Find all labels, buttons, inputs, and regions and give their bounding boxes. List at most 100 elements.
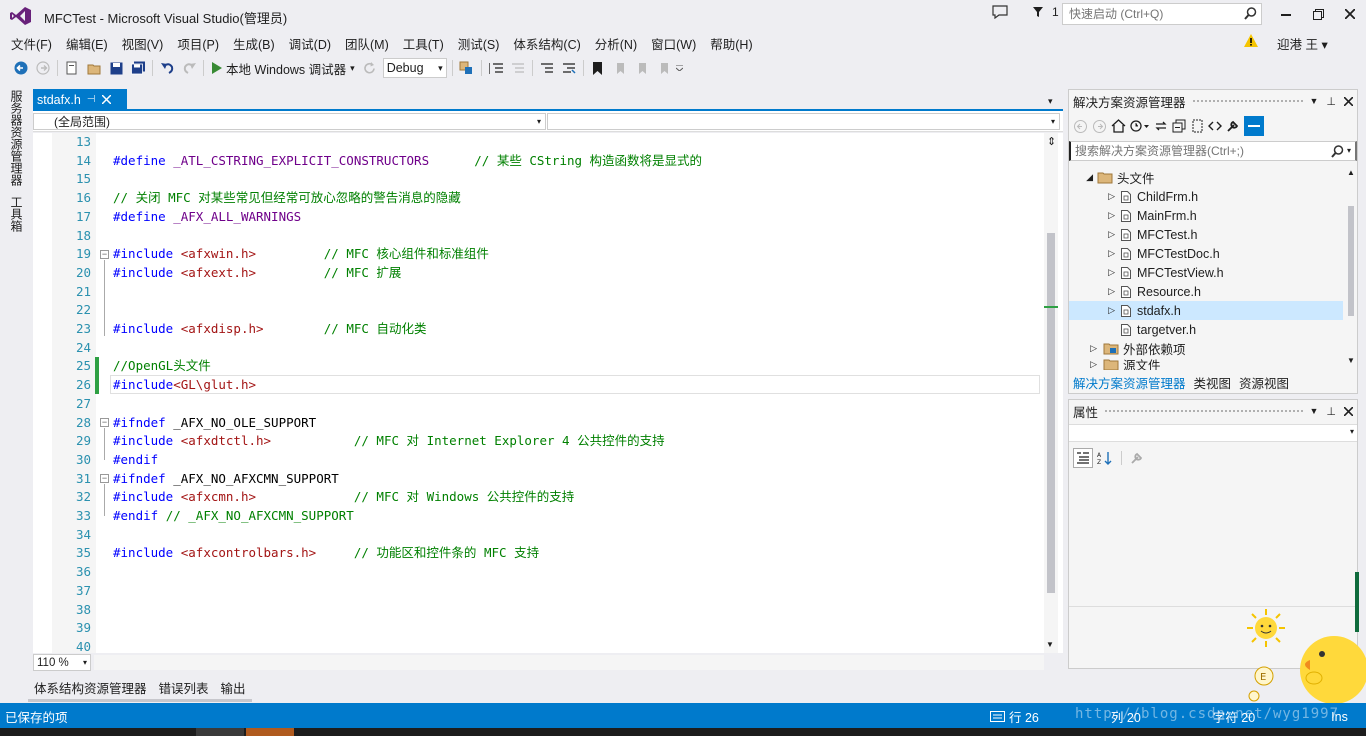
tree-file[interactable]: ▷ MFCTestView.h	[1069, 263, 1343, 282]
collapsed-arrow-icon[interactable]: ▷	[1069, 343, 1103, 354]
split-editor-icon[interactable]: ⇕	[1047, 135, 1056, 148]
code-line[interactable]: #include <afxcmn.h> // MFC 对 Windows 公共控…	[113, 488, 574, 507]
collapsed-arrow-icon[interactable]: ▷	[1069, 286, 1121, 297]
close-panel-icon[interactable]	[1344, 406, 1353, 416]
uncomment-icon[interactable]	[558, 57, 580, 79]
close-button[interactable]	[1334, 4, 1366, 24]
start-debugging-button[interactable]: 本地 Windows 调试器 ▾	[207, 59, 359, 78]
pin-icon[interactable]: ⊣	[87, 94, 96, 105]
tab-resource-view[interactable]: 资源视图	[1235, 372, 1293, 392]
code-line[interactable]: #include <afxdisp.h> // MFC 自动化类	[113, 320, 426, 339]
indent-icon[interactable]	[485, 57, 507, 79]
tree-file[interactable]: ▷ MFCTest.h	[1069, 225, 1343, 244]
menu-file[interactable]: 文件(F)	[4, 33, 59, 54]
property-pages-icon[interactable]	[1130, 451, 1144, 465]
solution-configuration-select[interactable]: Debug ▾	[382, 58, 447, 78]
alphabetical-icon[interactable]: AZ	[1097, 451, 1113, 465]
tab-class-view[interactable]: 类视图	[1190, 372, 1236, 392]
collapse-region-icon[interactable]: −	[100, 250, 109, 259]
pending-changes-filter-icon[interactable]	[1130, 119, 1150, 133]
show-all-files-icon[interactable]	[1190, 119, 1204, 133]
code-line[interactable]: //OpenGL头文件	[113, 357, 211, 376]
back-icon[interactable]	[1073, 119, 1088, 134]
bookmark-icon[interactable]	[587, 57, 609, 79]
pin-icon[interactable]: ⊥	[1326, 405, 1336, 418]
tree-file[interactable]: ▷ MainFrm.h	[1069, 206, 1343, 225]
menu-build[interactable]: 生成(B)	[226, 33, 282, 54]
collapsed-arrow-icon[interactable]: ▷	[1069, 229, 1121, 240]
tree-folder-header-files[interactable]: ◢ 头文件	[1069, 168, 1343, 187]
refresh-icon[interactable]	[359, 57, 381, 79]
collapsed-arrow-icon[interactable]: ▷	[1069, 191, 1121, 202]
user-account[interactable]: 迎港 王 ▾	[1277, 34, 1328, 53]
collapsed-arrow-icon[interactable]: ▷	[1069, 359, 1103, 370]
zoom-level-select[interactable]: 110 % ▾	[33, 654, 91, 671]
tree-file-selected[interactable]: ▷ stdafx.h	[1069, 301, 1343, 320]
collapse-region-icon[interactable]: −	[100, 418, 109, 427]
code-line[interactable]: #include<GL\glut.h>	[113, 376, 256, 395]
properties-object-select[interactable]: ▾	[1069, 424, 1357, 442]
error-list-tab[interactable]: 错误列表	[152, 676, 215, 702]
server-explorer-tab[interactable]: 服务器资源管理器	[4, 88, 29, 188]
restore-button[interactable]	[1302, 4, 1334, 24]
toolbox-tab[interactable]: 工具箱	[4, 194, 29, 234]
outdent-icon[interactable]	[507, 57, 529, 79]
save-all-icon[interactable]	[127, 57, 149, 79]
code-line[interactable]: #endif	[113, 451, 158, 470]
collapse-all-icon[interactable]	[1172, 119, 1186, 133]
feedback-icon[interactable]	[992, 5, 1008, 19]
tree-folder-external-dependencies[interactable]: ▷ 外部依赖项	[1069, 339, 1343, 358]
tree-file[interactable]: targetver.h	[1069, 320, 1343, 339]
output-tab[interactable]: 输出	[214, 676, 252, 702]
expanded-arrow-icon[interactable]: ◢	[1069, 172, 1097, 183]
warning-icon[interactable]	[1244, 34, 1258, 47]
open-file-icon[interactable]	[83, 57, 105, 79]
tree-file[interactable]: ▷ Resource.h	[1069, 282, 1343, 301]
code-line[interactable]: #define _ATL_CSTRING_EXPLICIT_CONSTRUCTO…	[113, 152, 702, 171]
comment-icon[interactable]	[536, 57, 558, 79]
quick-launch-input[interactable]	[1062, 3, 1262, 25]
document-tab-stdafx[interactable]: stdafx.h ⊣	[33, 89, 127, 110]
code-line[interactable]: #include <afxwin.h> // MFC 核心组件和标准组件	[113, 245, 489, 264]
search-icon[interactable]	[1331, 145, 1344, 158]
code-line[interactable]: #define _AFX_ALL_WARNINGS	[113, 208, 301, 227]
tab-list-dropdown-icon[interactable]: ▾	[1048, 96, 1053, 107]
code-line[interactable]: #include <afxext.h> // MFC 扩展	[113, 264, 401, 283]
menu-tools[interactable]: 工具(T)	[396, 33, 451, 54]
preview-selected-icon[interactable]	[1244, 116, 1264, 136]
menu-architecture[interactable]: 体系结构(C)	[506, 33, 587, 54]
menu-view[interactable]: 视图(V)	[115, 33, 171, 54]
menu-window[interactable]: 窗口(W)	[644, 33, 703, 54]
undo-icon[interactable]	[156, 57, 178, 79]
pin-icon[interactable]: ⊥	[1326, 95, 1336, 108]
previous-bookmark-icon[interactable]	[609, 57, 631, 79]
clear-bookmarks-icon[interactable]	[653, 57, 675, 79]
menu-debug[interactable]: 调试(D)	[282, 33, 338, 54]
code-line[interactable]: #ifndef _AFX_NO_AFXCMN_SUPPORT	[113, 470, 339, 489]
close-tab-icon[interactable]	[101, 95, 111, 104]
resize-grip[interactable]	[1355, 572, 1359, 632]
collapsed-arrow-icon[interactable]: ▷	[1069, 305, 1121, 316]
next-bookmark-icon[interactable]	[631, 57, 653, 79]
navigate-forward-icon[interactable]	[32, 57, 54, 79]
menu-analyze[interactable]: 分析(N)	[588, 33, 644, 54]
code-line[interactable]: // 关闭 MFC 对某些常见但经常可放心忽略的警告消息的隐藏	[113, 189, 461, 208]
tree-folder-source-files[interactable]: ▷ 源文件	[1069, 358, 1343, 370]
architecture-explorer-tab[interactable]: 体系结构资源管理器	[28, 676, 153, 702]
menu-project[interactable]: 项目(P)	[170, 33, 226, 54]
navigate-back-icon[interactable]	[10, 57, 32, 79]
menu-edit[interactable]: 编辑(E)	[59, 33, 115, 54]
collapse-region-icon[interactable]: −	[100, 474, 109, 483]
menu-help[interactable]: 帮助(H)	[703, 33, 759, 54]
panel-menu-icon[interactable]: ▼	[1309, 406, 1318, 416]
search-options-icon[interactable]: ▾	[1347, 146, 1351, 155]
properties-wrench-icon[interactable]	[1226, 119, 1240, 133]
editor-horizontal-scrollbar[interactable]	[94, 655, 1044, 670]
categorized-icon[interactable]	[1073, 448, 1093, 468]
collapsed-arrow-icon[interactable]: ▷	[1069, 267, 1121, 278]
view-code-icon[interactable]	[1208, 120, 1222, 132]
search-icon[interactable]	[1244, 7, 1257, 20]
find-in-files-icon[interactable]	[456, 57, 478, 79]
panel-menu-icon[interactable]: ▼	[1309, 96, 1318, 106]
menu-test[interactable]: 测试(S)	[451, 33, 507, 54]
